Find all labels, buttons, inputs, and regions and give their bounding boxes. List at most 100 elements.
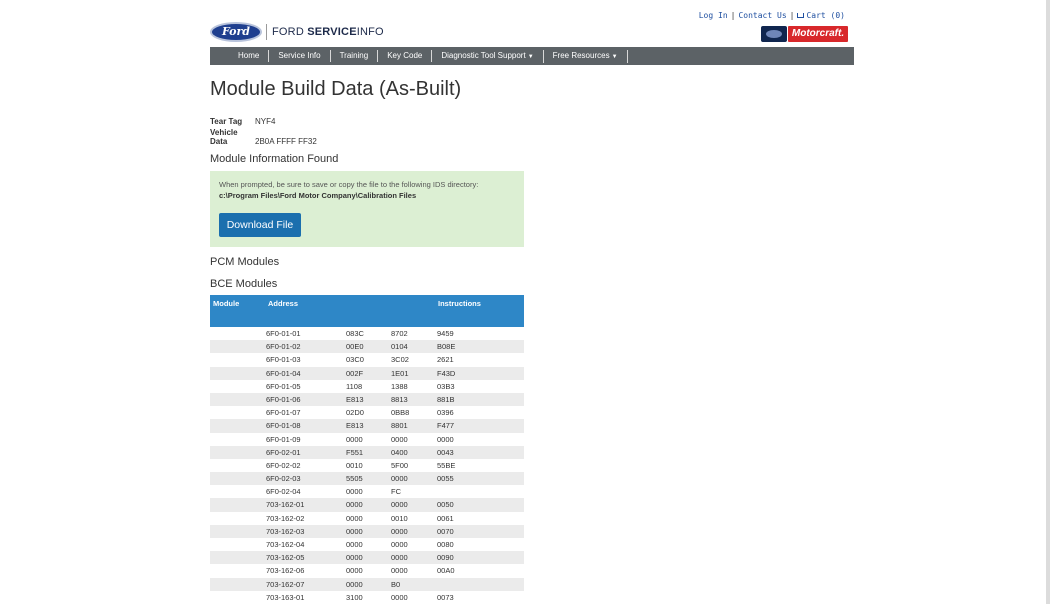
value-cell: 0000 <box>391 434 408 444</box>
value-cell: 1108 <box>346 381 363 391</box>
table-row: 703-162-05 0000 0000 0090 <box>210 551 524 565</box>
value-cell: 0000 <box>346 540 363 549</box>
table-row: 703-162-04 0000 0000 0080 <box>210 538 524 551</box>
table-row: 6F0-01-05 1108 1388 03B3 <box>210 380 524 393</box>
value-cell: 083C <box>346 329 364 338</box>
table-header: Module Address Instructions <box>210 295 524 327</box>
instruction-cell: 0050 <box>437 500 454 510</box>
brand-title: FORD SERVICEINFO <box>272 26 384 38</box>
instruction-cell: 0055 <box>437 474 454 484</box>
nav-diagnostic-tool-support[interactable]: Diagnostic Tool Support ▼ <box>432 49 544 63</box>
table-row: 6F0-01-06 E813 8813 881B <box>210 392 524 407</box>
table-row: 703-162-06 0000 0000 00A0 <box>210 564 524 577</box>
instruction-cell: 2621 <box>437 355 454 365</box>
col-module: Module <box>213 299 240 308</box>
brand-bold: SERVICE <box>307 26 357 38</box>
page: Ford FORD SERVICEINFO Log In | Contact Us |… <box>0 0 1050 604</box>
nav-training[interactable]: Training <box>331 50 379 62</box>
value-cell: 0104 <box>391 342 408 352</box>
top-links: Log In | Contact Us | Cart (0) <box>699 11 845 20</box>
instruction-cell: B08E <box>437 342 456 352</box>
brand-prefix: FORD <box>272 26 304 38</box>
table-row: 6F0-01-04 002F 1E01 F43D <box>210 366 524 380</box>
nav-diagnostic-label: Diagnostic Tool Support <box>441 50 526 60</box>
value-cell: 0000 <box>391 553 408 563</box>
instruction-cell: 0073 <box>437 592 454 602</box>
bce-modules-heading: BCE Modules <box>210 278 278 290</box>
address-cell: 6F0-01-08 <box>266 421 301 431</box>
instruction-cell: 0000 <box>437 434 454 444</box>
nav-key-code[interactable]: Key Code <box>378 50 433 62</box>
ford-oval-icon <box>766 30 782 38</box>
address-cell: 6F0-01-01 <box>266 329 301 338</box>
value-cell: 0000 <box>346 487 363 497</box>
ford-badge[interactable] <box>761 26 787 42</box>
value-cell: B0 <box>391 579 401 589</box>
address-cell: 6F0-01-09 <box>266 434 301 444</box>
login-link[interactable]: Log In <box>699 11 728 20</box>
table-row: 6F0-02-01 F551 0400 0043 <box>210 445 524 459</box>
table-row: 6F0-02-02 0010 5F00 55BE <box>210 459 524 472</box>
address-cell: 703-162-06 <box>266 566 305 576</box>
table-row: 703-162-03 0000 0000 0070 <box>210 524 524 538</box>
value-cell: 0000 <box>346 513 363 523</box>
page-title: Module Build Data (As-Built) <box>210 78 462 100</box>
contact-link[interactable]: Contact Us <box>738 11 786 20</box>
value-cell: 0000 <box>346 566 363 576</box>
vehicle-data-value: 2B0A FFFF FF32 <box>255 137 317 146</box>
ford-logo[interactable]: Ford <box>210 22 262 42</box>
cart-link[interactable]: Cart (0) <box>797 11 845 20</box>
value-cell: 8801 <box>391 421 408 431</box>
nav-home[interactable]: Home <box>228 50 270 62</box>
value-cell: 0000 <box>346 553 363 563</box>
table-row: 6F0-01-02 00E0 0104 B08E <box>210 340 524 354</box>
value-cell: 0000 <box>391 526 408 536</box>
table-row: 703-162-02 0000 0010 0061 <box>210 512 524 525</box>
value-cell: 8813 <box>391 394 408 404</box>
instruction-cell: 881B <box>437 394 455 404</box>
address-cell: 6F0-01-02 <box>266 342 301 352</box>
brand-suffix: INFO <box>356 26 384 38</box>
address-cell: 703-163-01 <box>266 592 305 602</box>
scrollbar[interactable] <box>1046 0 1050 604</box>
table-row: 6F0-01-03 03C0 3C02 2621 <box>210 353 524 366</box>
address-cell: 703-162-02 <box>266 513 305 523</box>
value-cell: 1388 <box>391 381 408 391</box>
value-cell: 02D0 <box>346 408 364 418</box>
table-row: 6F0-01-07 02D0 0BB8 0396 <box>210 406 524 419</box>
module-info-heading: Module Information Found <box>210 153 339 165</box>
table-row: 6F0-02-03 5505 0000 0055 <box>210 472 524 486</box>
instruction-cell: 0396 <box>437 408 454 418</box>
cart-label: Cart (0) <box>806 11 845 20</box>
value-cell: 0000 <box>391 474 408 484</box>
nav-service-info[interactable]: Service Info <box>269 50 331 62</box>
value-cell: 002F <box>346 368 364 378</box>
instruction-cell: F43D <box>437 368 456 378</box>
value-cell: E813 <box>346 421 364 431</box>
value-cell: 3C02 <box>391 355 409 365</box>
address-cell: 6F0-01-05 <box>266 381 301 391</box>
value-cell: 03C0 <box>346 355 364 365</box>
instruction-cell: F477 <box>437 421 455 431</box>
address-cell: 6F0-01-07 <box>266 408 301 418</box>
motorcraft-badge[interactable]: Motorcraft. <box>788 26 848 42</box>
chevron-down-icon: ▼ <box>611 53 618 60</box>
instruction-cell: 55BE <box>437 460 456 470</box>
address-cell: 6F0-01-06 <box>266 394 301 404</box>
info-message: When prompted, be sure to save or copy t… <box>219 180 479 189</box>
module-info-box: When prompted, be sure to save or copy t… <box>210 171 524 247</box>
vehicle-data-label: Vehicle Data <box>210 128 238 146</box>
address-cell: 703-162-01 <box>266 500 305 510</box>
table-row: 6F0-01-01 083C 8702 9459 <box>210 327 524 340</box>
value-cell: 0000 <box>391 592 408 602</box>
nav-free-resources[interactable]: Free Resources ▼ <box>544 49 628 63</box>
address-cell: 6F0-01-03 <box>266 355 301 365</box>
address-cell: 703-162-04 <box>266 540 305 549</box>
main-nav: Home Service Info Training Key Code Diag… <box>210 47 854 65</box>
value-cell: 0000 <box>391 566 408 576</box>
address-cell: 703-162-05 <box>266 553 305 563</box>
value-cell: 0BB8 <box>391 408 410 418</box>
instruction-cell: 0090 <box>437 553 454 563</box>
value-cell: 1E01 <box>391 368 409 378</box>
download-file-button[interactable]: Download File <box>219 213 301 237</box>
